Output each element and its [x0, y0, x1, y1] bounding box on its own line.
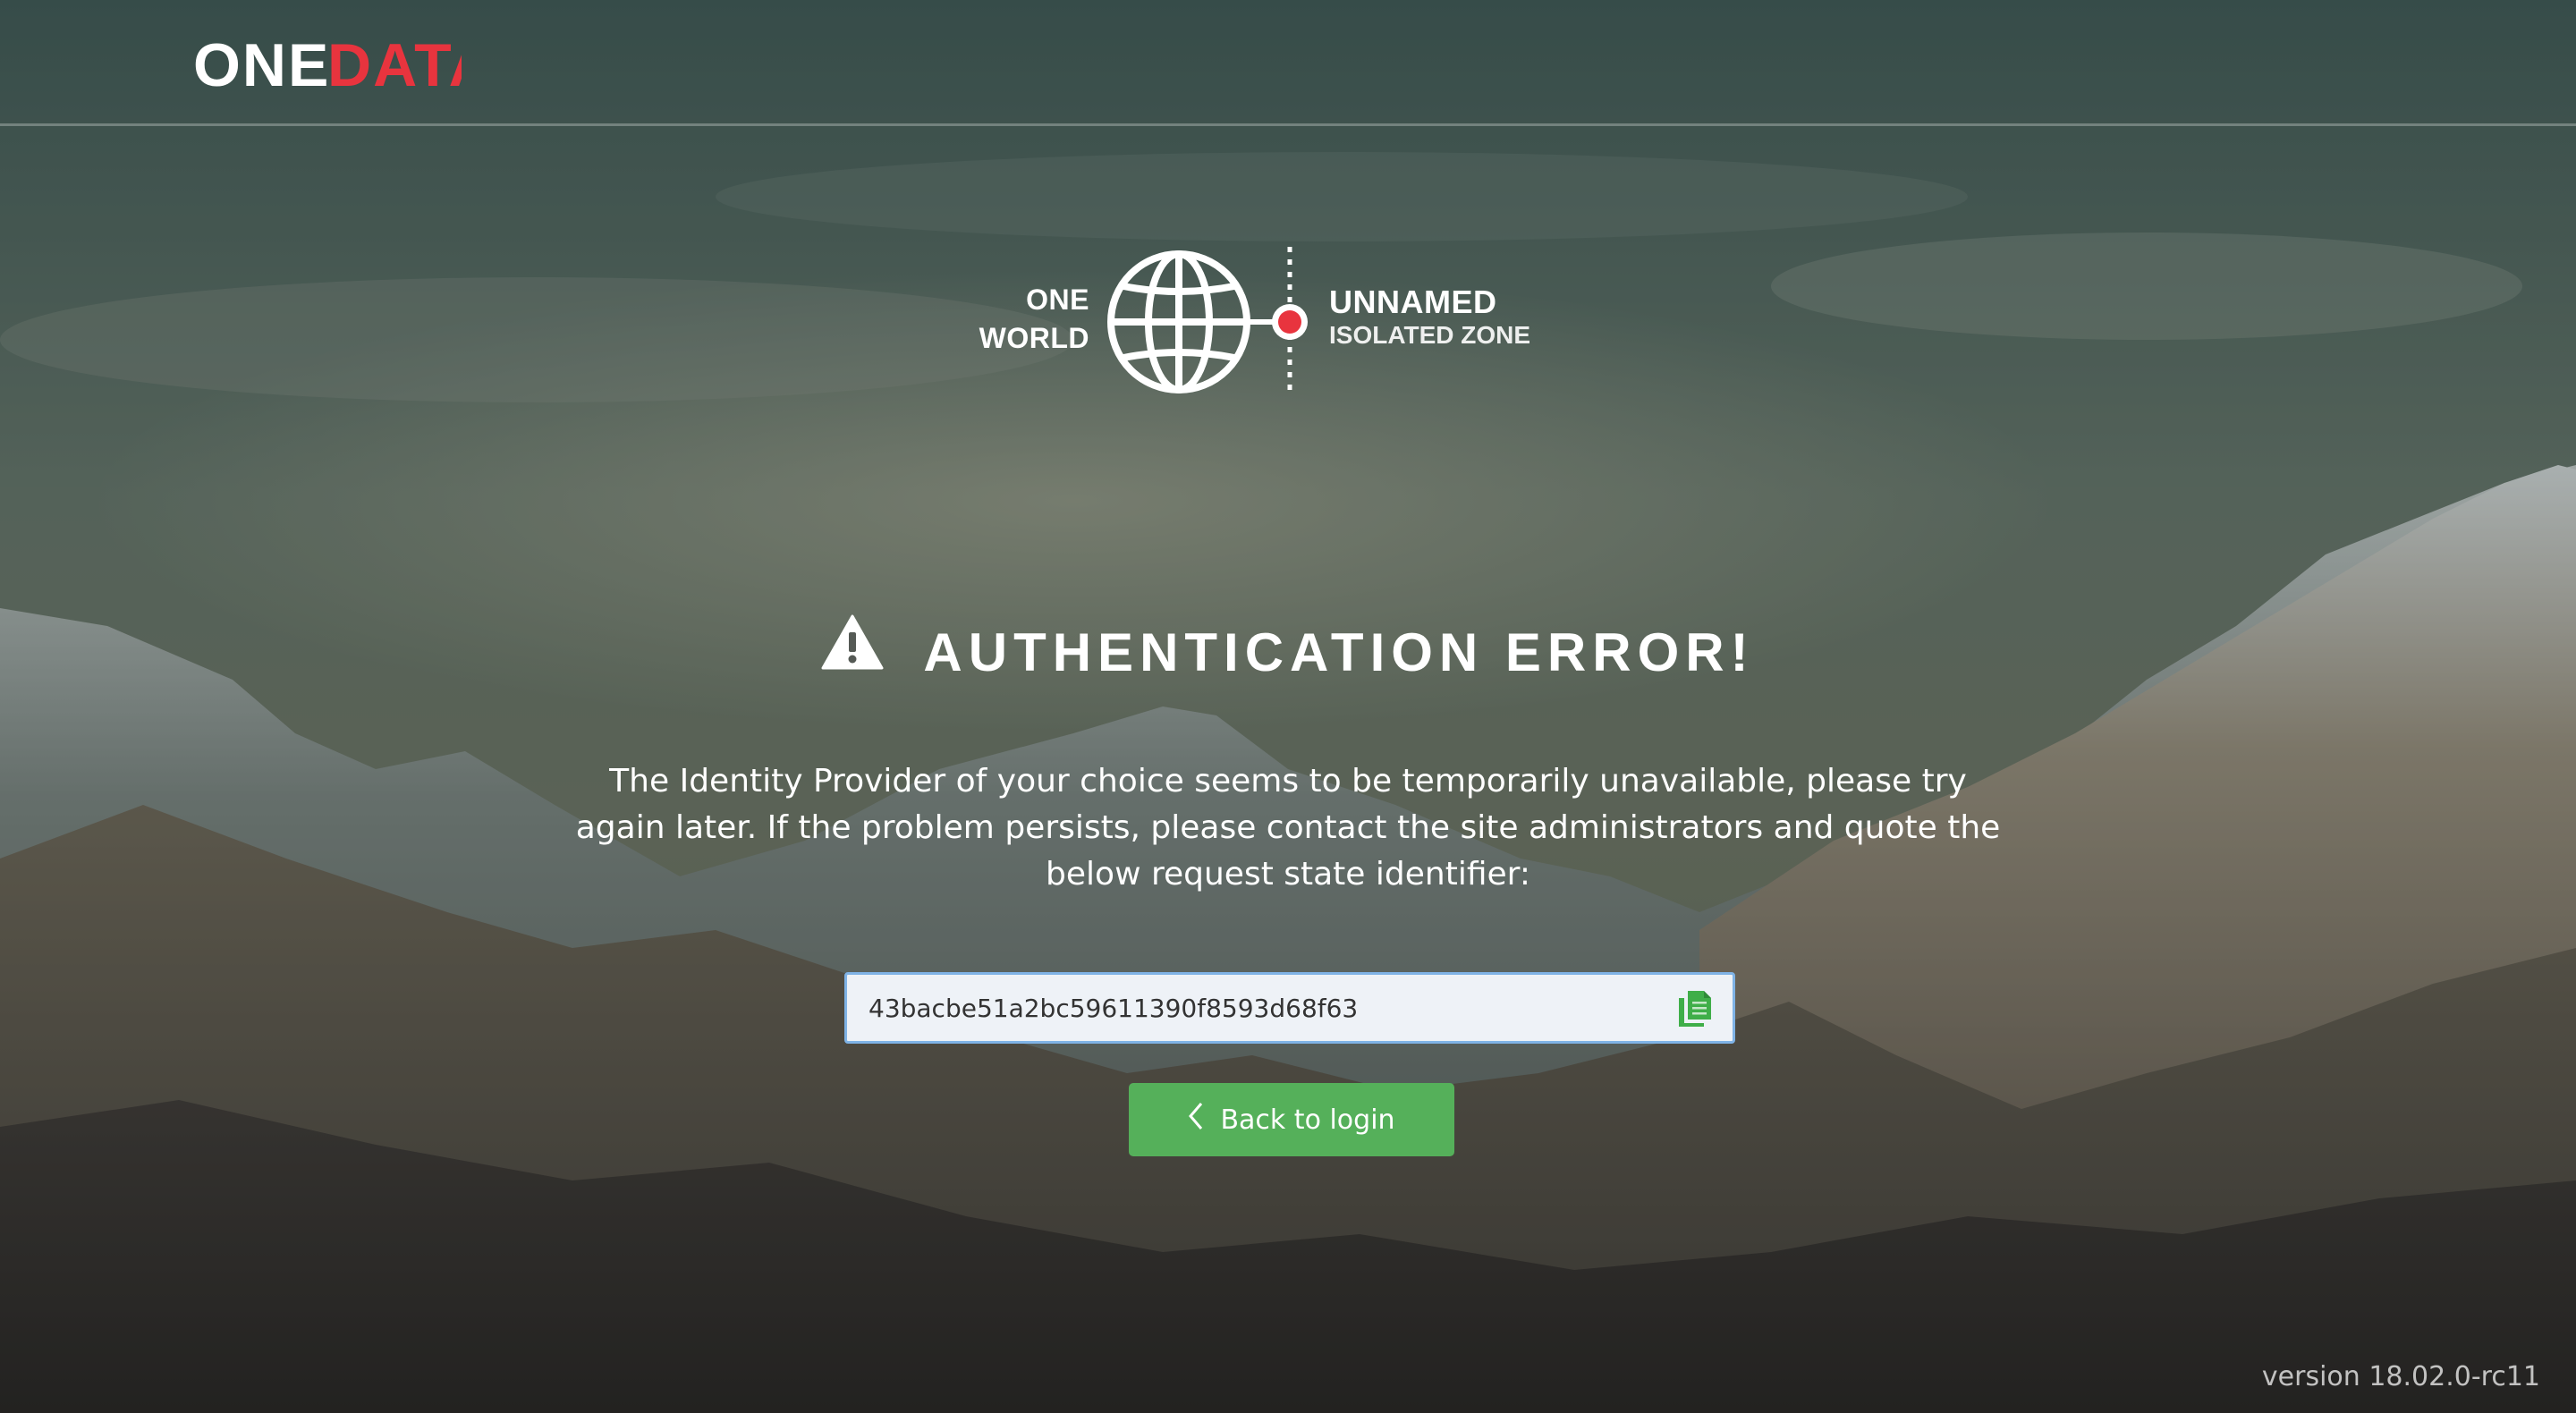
copy-icon[interactable] — [1677, 989, 1713, 1028]
version-label: version 18.02.0-rc11 — [2261, 1361, 2540, 1392]
error-title: AUTHENTICATION ERROR! — [923, 622, 1755, 682]
onedata-logo[interactable]: ONE DATA — [193, 32, 462, 104]
chevron-left-icon — [1188, 1102, 1204, 1138]
warning-icon — [821, 614, 884, 688]
one-world-label: ONE WORLD — [979, 281, 1089, 358]
state-identifier-input[interactable] — [847, 975, 1652, 1041]
back-to-login-button[interactable]: Back to login — [1129, 1083, 1454, 1156]
error-message: The Identity Provider of your choice see… — [575, 763, 2001, 893]
zone-subtitle: ISOLATED ZONE — [1329, 321, 1531, 349]
top-header: ONE DATA — [0, 0, 2576, 126]
svg-text:ONE: ONE — [193, 32, 330, 95]
zone-name-block: UNNAMED ISOLATED ZONE — [1329, 284, 1530, 351]
one-world-line1: ONE — [1026, 283, 1089, 316]
background-mountain-image — [0, 0, 2576, 1413]
svg-text:DATA: DATA — [327, 32, 462, 95]
one-world-line2: WORLD — [979, 322, 1089, 354]
back-to-login-label: Back to login — [1220, 1104, 1395, 1136]
state-identifier-field — [844, 972, 1735, 1044]
zone-header: ONE WORLD UNNAMED ISOLATED ZONE — [975, 241, 1619, 402]
globe-icon — [1106, 245, 1329, 402]
zone-name: UNNAMED — [1329, 283, 1497, 320]
error-heading: AUTHENTICATION ERROR! — [0, 614, 2576, 693]
